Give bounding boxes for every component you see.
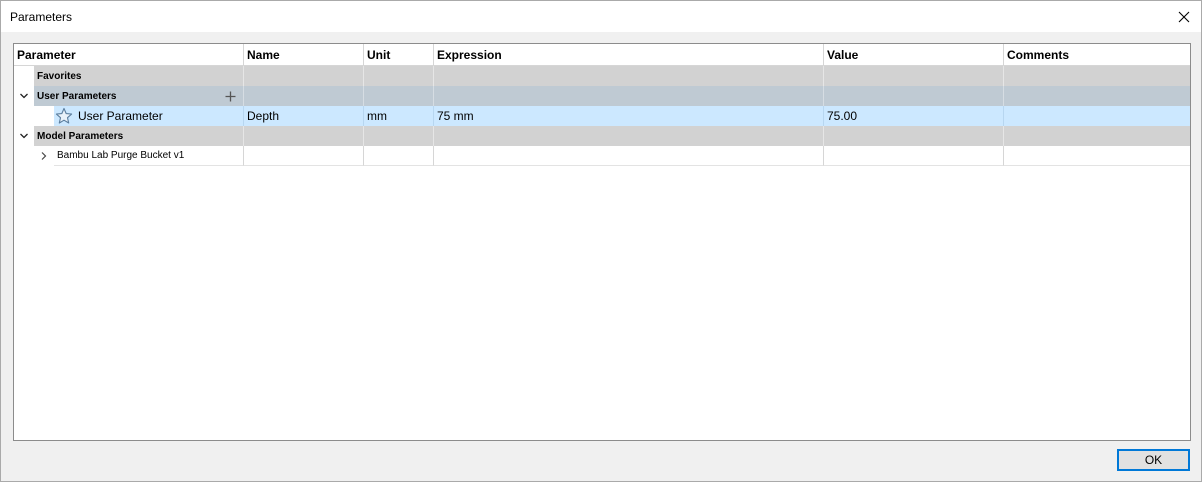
- unit-cell[interactable]: mm: [364, 106, 434, 126]
- group-cell: [364, 126, 434, 146]
- group-label-model-parameters: Model Parameters: [34, 126, 244, 146]
- column-header-parameter[interactable]: Parameter: [14, 44, 244, 66]
- column-header-unit[interactable]: Unit: [364, 44, 434, 66]
- column-header-value[interactable]: Value: [824, 44, 1004, 66]
- plus-icon[interactable]: [223, 88, 237, 104]
- comments-cell[interactable]: [1004, 106, 1190, 126]
- model-cell: [244, 146, 364, 166]
- model-cell: [434, 146, 824, 166]
- group-row-user-parameters[interactable]: User Parameters: [14, 86, 1190, 106]
- group-cell: [1004, 86, 1190, 106]
- group-cell: [1004, 66, 1190, 86]
- group-cell: [434, 126, 824, 146]
- column-header-name[interactable]: Name: [244, 44, 364, 66]
- model-cell: [1004, 146, 1190, 166]
- value-cell: 75.00: [824, 106, 1004, 126]
- group-cell: [434, 86, 824, 106]
- expression-cell[interactable]: 75 mm: [434, 106, 824, 126]
- parameter-cell: User Parameter: [54, 106, 244, 126]
- group-cell: [364, 66, 434, 86]
- indent-cell: [14, 146, 54, 166]
- model-label: Bambu Lab Purge Bucket v1: [54, 146, 244, 166]
- table-row-user-parameter[interactable]: User Parameter Depth mm 75 mm 75.00: [14, 106, 1190, 126]
- chevron-down-icon[interactable]: [18, 86, 30, 106]
- group-cell: [244, 126, 364, 146]
- group-cell: [824, 126, 1004, 146]
- chevron-down-icon[interactable]: [18, 126, 30, 146]
- table-row-model[interactable]: Bambu Lab Purge Bucket v1: [14, 146, 1190, 166]
- star-icon[interactable]: [55, 107, 73, 125]
- close-button[interactable]: [1167, 1, 1201, 32]
- column-header-comments[interactable]: Comments: [1004, 44, 1190, 66]
- title-bar: Parameters: [1, 1, 1201, 32]
- group-cell: [434, 66, 824, 86]
- model-cell: [364, 146, 434, 166]
- model-cell: [824, 146, 1004, 166]
- group-cell: [244, 86, 364, 106]
- group-row-model-parameters[interactable]: Model Parameters: [14, 126, 1190, 146]
- group-label-user-parameters: User Parameters: [34, 86, 244, 106]
- group-cell: [824, 66, 1004, 86]
- close-icon: [1178, 11, 1190, 22]
- parameters-dialog: Parameters Parameter Name Unit Expressio…: [0, 0, 1202, 482]
- table-header: Parameter Name Unit Expression Value Com…: [14, 44, 1190, 66]
- group-cell: [244, 66, 364, 86]
- group-cell: [1004, 126, 1190, 146]
- group-cell: [824, 86, 1004, 106]
- indent-cell: [14, 106, 54, 126]
- ok-button[interactable]: OK: [1117, 449, 1190, 471]
- column-header-expression[interactable]: Expression: [434, 44, 824, 66]
- group-label-favorites: Favorites: [34, 66, 244, 86]
- group-cell: [364, 86, 434, 106]
- parameter-label: User Parameter: [78, 109, 163, 123]
- window-title: Parameters: [10, 10, 73, 24]
- name-cell[interactable]: Depth: [244, 106, 364, 126]
- parameters-table: Parameter Name Unit Expression Value Com…: [13, 43, 1191, 441]
- group-row-favorites[interactable]: Favorites: [14, 66, 1190, 86]
